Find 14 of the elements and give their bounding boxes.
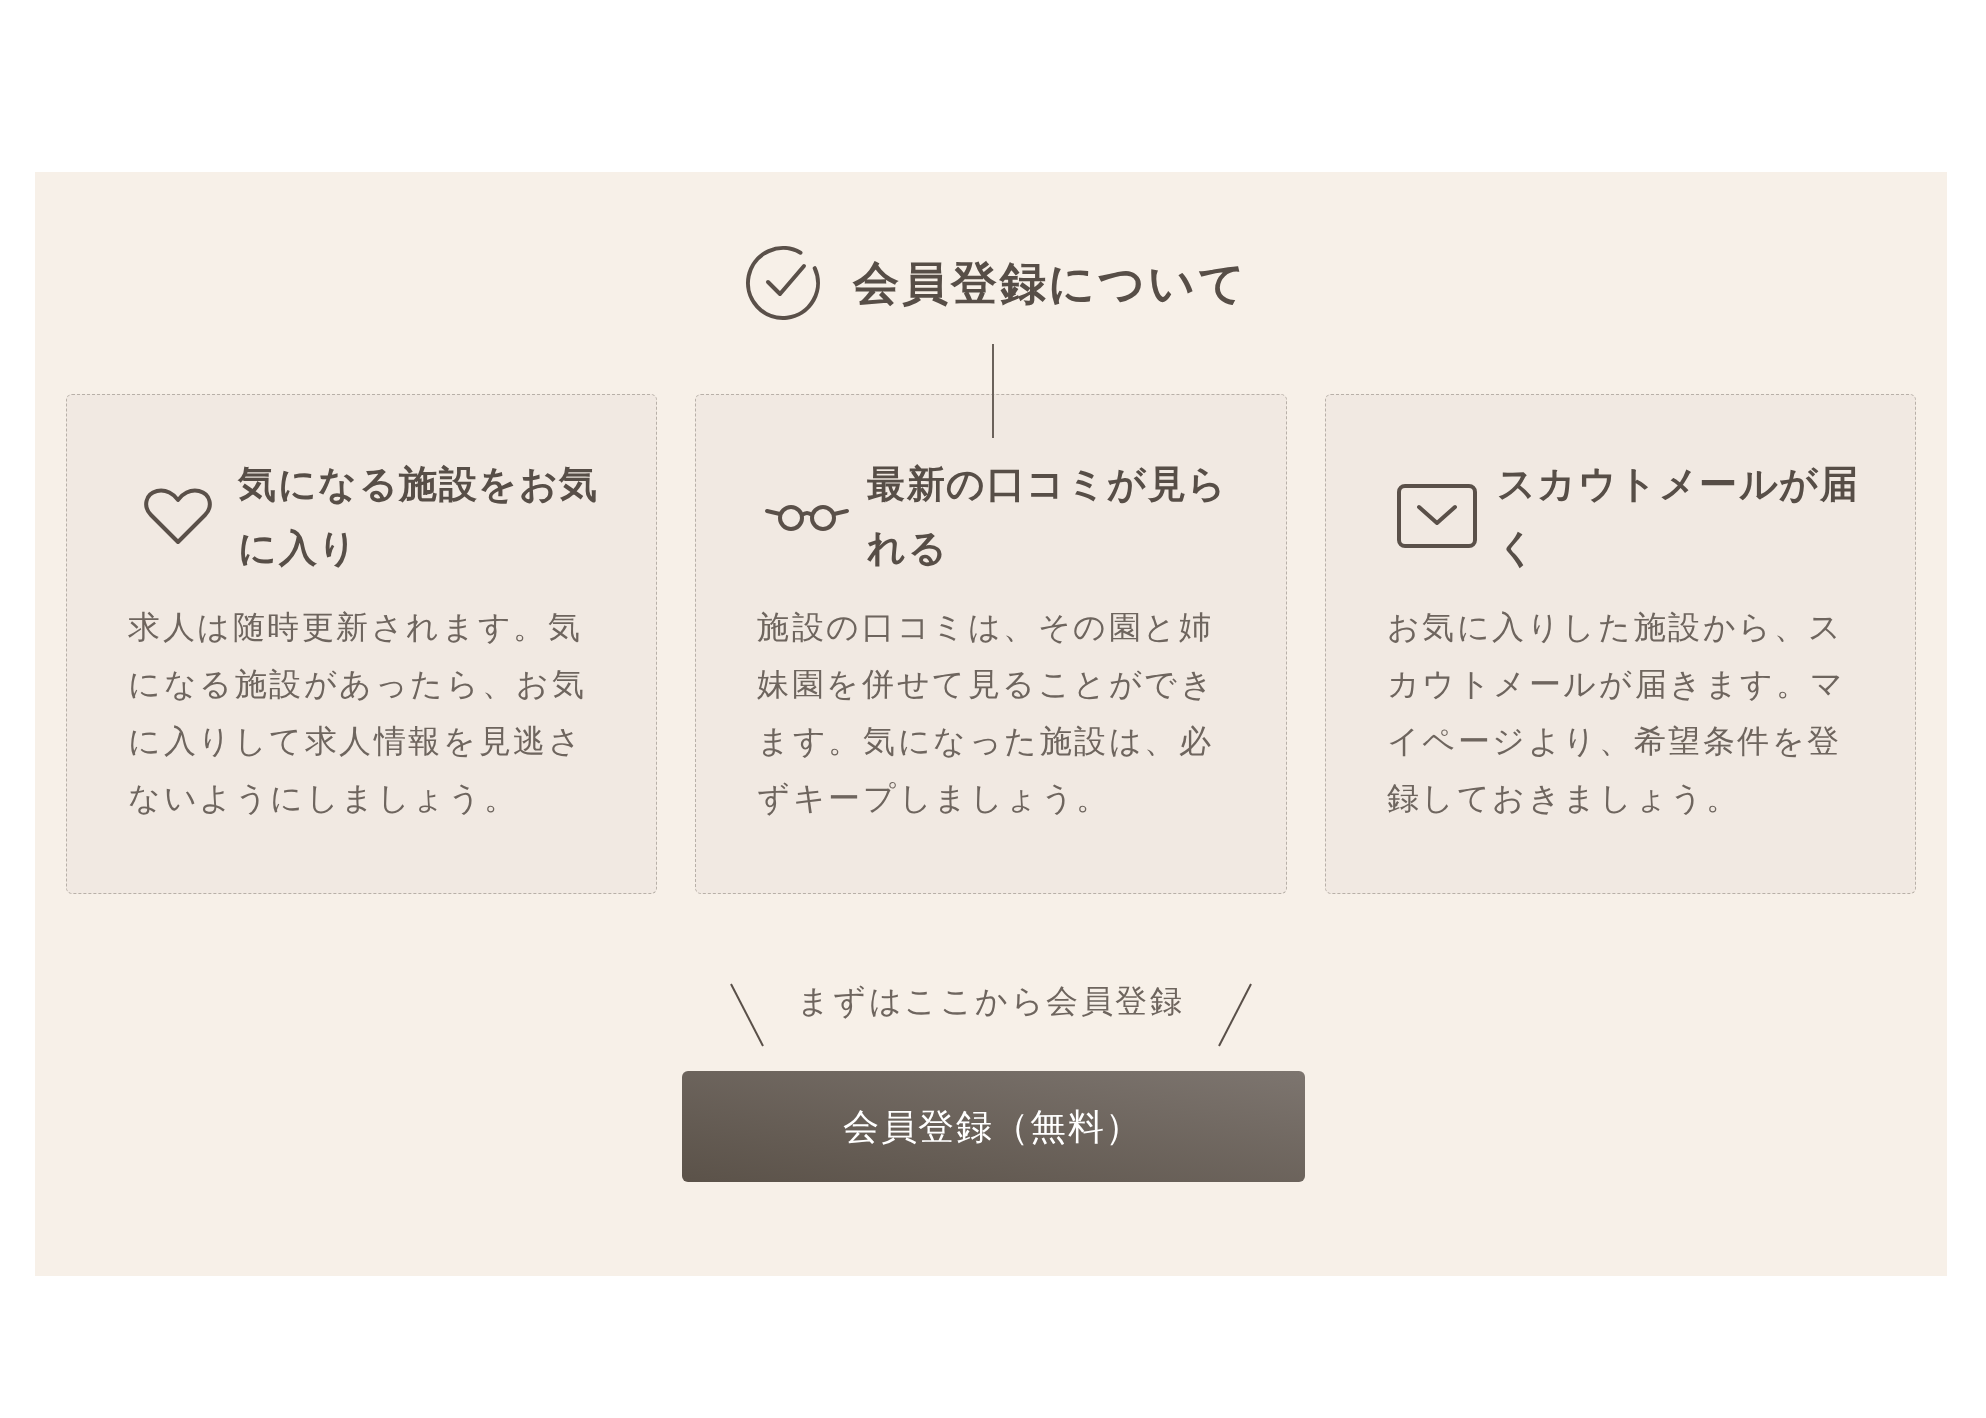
cta-lead-text: まずはここから会員登録 bbox=[797, 981, 1185, 1021]
register-button[interactable]: 会員登録（無料） bbox=[681, 1071, 1305, 1182]
envelope-icon bbox=[1396, 484, 1477, 548]
card-heading: 最新の口コミが見られる bbox=[867, 461, 1229, 572]
card-heading: スカウトメールが届く bbox=[1496, 461, 1861, 572]
card-heading: 気になる施設をお気に入り bbox=[238, 461, 600, 572]
section-title: 会員登録について bbox=[853, 255, 1248, 312]
card-text: お気に入りした施設から、スカウトメールが届きます。マイページより、希望条件を登録しておきましょう。 bbox=[1386, 607, 1847, 819]
card-text: 施設の口コミは、その園と姉妹園を併せて見ることができます。気になった施設は、必ずキープしましょう。 bbox=[757, 607, 1217, 819]
heart-icon bbox=[142, 486, 214, 546]
diagonal-line-icon bbox=[1216, 983, 1253, 1047]
diagonal-line-icon bbox=[729, 983, 766, 1047]
check-circle-icon bbox=[744, 244, 823, 322]
card-text: 求人は随時更新されます。気になる施設があったら、お気に入りして求人情報を見逃さないようにしましょう。 bbox=[128, 607, 588, 819]
